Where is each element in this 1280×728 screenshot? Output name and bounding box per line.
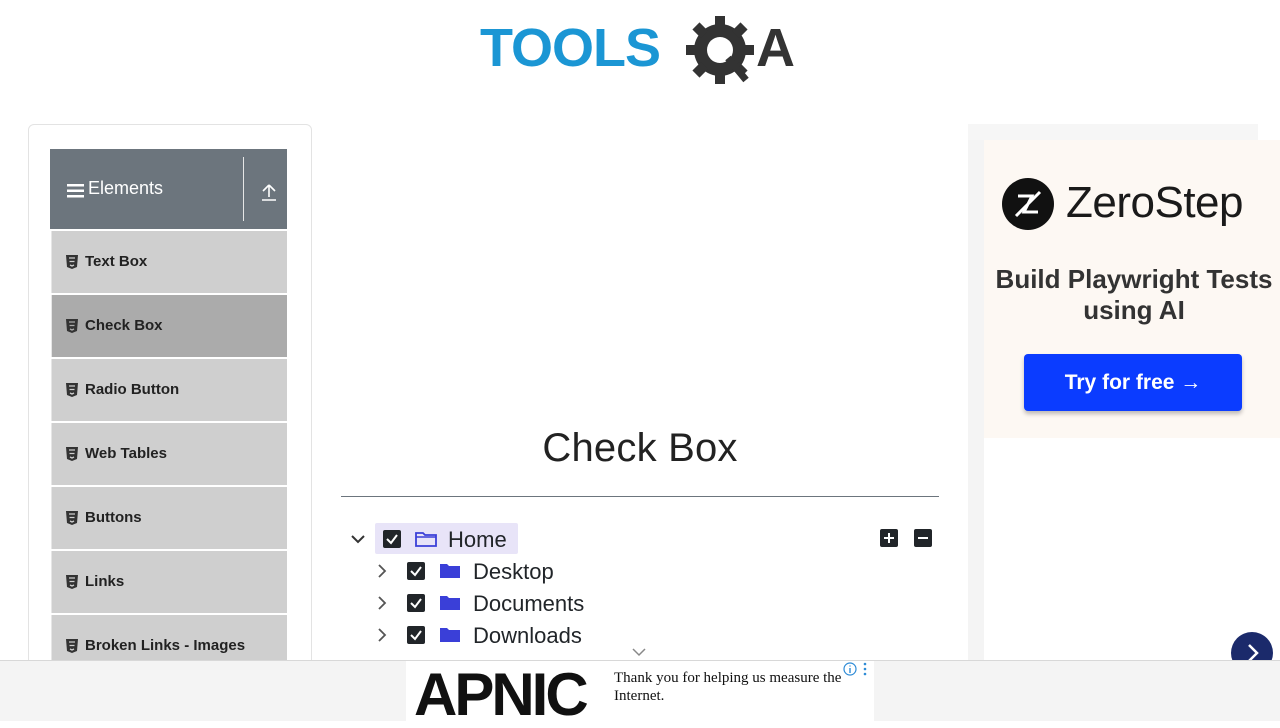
desktop-checkbox[interactable]	[407, 562, 425, 580]
tree-node-label-home[interactable]: Home	[448, 527, 507, 553]
gear-icon	[686, 16, 754, 84]
tree-node-label-documents[interactable]: Documents	[473, 591, 584, 617]
html5-icon	[66, 511, 78, 525]
sidebar: Elements Text Box Check Box Radio Button…	[28, 124, 312, 686]
home-checkbox[interactable]	[383, 530, 401, 548]
sidebar-item-label: Links	[85, 573, 125, 590]
elements-group-header[interactable]: Elements	[50, 149, 287, 229]
header-divider	[243, 157, 244, 221]
sidebar-item-label: Radio Button	[85, 381, 180, 398]
sidebar-item-web-tables[interactable]: Web Tables	[51, 423, 287, 485]
try-for-free-button[interactable]: Try for free →	[1024, 354, 1242, 411]
bottom-ad-bar: APNIC Thank you for helping us measure t…	[0, 660, 1280, 725]
sidebar-item-label: Web Tables	[85, 445, 167, 462]
folder-icon	[440, 564, 460, 578]
chevron-right-icon[interactable]	[373, 562, 391, 580]
logo-a-text: A	[756, 18, 795, 78]
chevron-right-icon[interactable]	[373, 626, 391, 644]
html5-icon	[66, 639, 78, 653]
right-advertisement[interactable]: ZeroStep Build Playwright Tests using AI…	[968, 124, 1280, 660]
plus-square-icon	[884, 533, 894, 543]
zerostep-logo-icon	[1002, 178, 1054, 230]
expand-all-button[interactable]	[880, 529, 898, 547]
title-divider	[341, 496, 939, 497]
ad-pattern-strip	[968, 124, 984, 660]
checkmark-icon	[410, 630, 422, 641]
site-header: TOOLS A	[0, 0, 1280, 100]
checkmark-icon	[386, 534, 398, 545]
sidebar-item-buttons[interactable]: Buttons	[51, 487, 287, 549]
ad-brand: APNIC	[414, 661, 589, 728]
html5-icon	[66, 575, 78, 589]
checkmark-icon	[410, 566, 422, 577]
zerostep-ad-card[interactable]: ZeroStep Build Playwright Tests using AI…	[984, 140, 1280, 438]
more-vertical-icon[interactable]	[862, 662, 868, 676]
folder-icon	[440, 596, 460, 610]
apnic-advertisement[interactable]: APNIC Thank you for helping us measure t…	[406, 661, 874, 725]
checkbox-tree: Home Desktop Documents Downloads	[341, 520, 941, 660]
sidebar-item-text-box[interactable]: Text Box	[51, 231, 287, 293]
group-title: Elements	[88, 178, 164, 198]
chevron-right-icon[interactable]	[373, 594, 391, 612]
html5-icon	[66, 255, 78, 269]
checkmark-icon	[410, 598, 422, 609]
tree-node-label-downloads[interactable]: Downloads	[473, 623, 582, 649]
elements-menu: Text Box Check Box Radio Button Web Tabl…	[51, 231, 287, 679]
html5-icon	[66, 383, 78, 397]
hamburger-icon	[67, 184, 84, 198]
folder-open-icon	[415, 532, 437, 547]
chevron-down-icon[interactable]	[349, 530, 367, 548]
tree-node-label-desktop[interactable]: Desktop	[473, 559, 554, 585]
info-icon[interactable]	[843, 662, 857, 676]
html5-icon	[66, 319, 78, 333]
ad-message: Thank you for helping us measure the Int…	[614, 670, 842, 704]
logo-tools-text: TOOLS	[480, 18, 660, 78]
folder-icon	[440, 628, 460, 642]
ad-pattern-strip-top	[968, 124, 1258, 140]
collapse-all-button[interactable]	[914, 529, 932, 547]
page-title: Check Box	[542, 426, 738, 470]
sidebar-item-label: Broken Links - Images	[85, 637, 246, 654]
sidebar-item-label: Text Box	[85, 253, 148, 270]
sidebar-item-links[interactable]: Links	[51, 551, 287, 613]
sidebar-item-label: Buttons	[85, 509, 142, 526]
chevron-down-icon[interactable]	[630, 646, 648, 658]
documents-checkbox[interactable]	[407, 594, 425, 612]
minus-square-icon	[918, 537, 928, 539]
sidebar-item-label: Check Box	[85, 317, 163, 334]
toolsqa-logo[interactable]: TOOLS A	[480, 14, 806, 94]
ad-tagline: Build Playwright Tests using AI	[995, 264, 1273, 325]
collapse-upload-icon[interactable]	[258, 181, 280, 203]
html5-icon	[66, 447, 78, 461]
ad-brand: ZeroStep	[1066, 178, 1243, 227]
sidebar-item-check-box[interactable]: Check Box	[51, 295, 287, 357]
sidebar-item-radio-button[interactable]: Radio Button	[51, 359, 287, 421]
downloads-checkbox[interactable]	[407, 626, 425, 644]
